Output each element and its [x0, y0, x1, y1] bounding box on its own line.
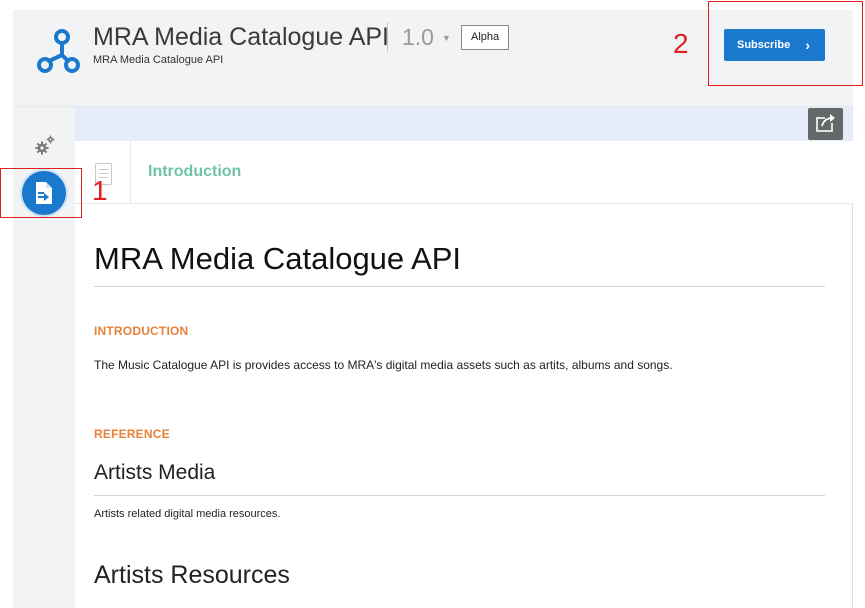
- chevron-down-icon[interactable]: ▼: [442, 33, 451, 43]
- api-logo-icon: [37, 29, 80, 73]
- page-title: MRA Media Catalogue API: [94, 241, 462, 276]
- annotation-label: 1: [92, 175, 108, 206]
- title-divider-rule: [94, 286, 825, 287]
- tab-introduction[interactable]: Introduction: [148, 163, 241, 181]
- reference-heading: REFERENCE: [94, 427, 170, 441]
- title-divider: [387, 22, 388, 52]
- stage-badge: Alpha: [461, 25, 510, 50]
- introduction-text: The Music Catalogue API is provides acce…: [94, 358, 673, 372]
- annotation-box: [0, 168, 82, 218]
- introduction-heading: INTRODUCTION: [94, 324, 189, 338]
- api-title: MRA Media Catalogue API: [93, 23, 389, 51]
- content-toolbar-strip: [75, 107, 853, 141]
- share-icon: [816, 114, 836, 132]
- resource-title: Artists Media: [94, 461, 216, 484]
- nav-divider: [130, 141, 131, 204]
- version-selector[interactable]: 1.0: [402, 24, 434, 51]
- resource-divider: [94, 495, 825, 496]
- resource-description: Artists related digital media resources.: [94, 508, 281, 520]
- api-subtitle: MRA Media Catalogue API: [93, 54, 224, 66]
- resource-title: Artists Resources: [94, 561, 290, 589]
- annotation-label: 2: [673, 28, 689, 59]
- gears-icon[interactable]: [34, 134, 56, 156]
- share-button[interactable]: [808, 108, 843, 140]
- annotation-box: [708, 1, 863, 86]
